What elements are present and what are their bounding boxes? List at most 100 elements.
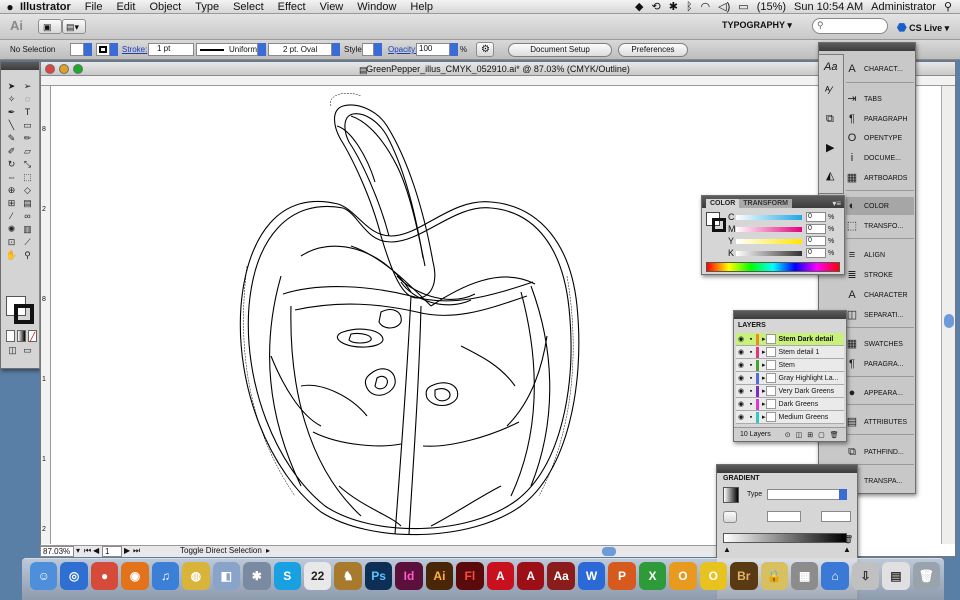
blob-brush-tool-icon[interactable]: ✐ [5, 145, 18, 157]
menu-type[interactable]: Type [195, 1, 219, 13]
opacity-dropdown[interactable] [450, 43, 458, 56]
width-tool-icon[interactable]: ⇔ [5, 171, 18, 183]
menu-view[interactable]: View [320, 1, 344, 13]
type-tool-icon[interactable]: T [21, 106, 34, 118]
graph-tool-icon[interactable]: ▥ [21, 223, 34, 235]
dock-app-itunes[interactable]: ♫ [151, 562, 180, 590]
dock-item-document-info[interactable]: i DOCUME... [846, 149, 914, 167]
opacity-field[interactable]: 100 [416, 43, 450, 56]
dock-app-skype[interactable]: S [273, 562, 301, 590]
dock-app-outlook[interactable]: O [669, 562, 697, 590]
user-name[interactable]: Administrator [871, 1, 936, 13]
lock-icon[interactable]: ▪ [746, 336, 756, 343]
dock-app-ical[interactable]: 22 [303, 562, 332, 590]
channel-value-c[interactable]: 0 [806, 212, 826, 222]
stroke-weight-field[interactable]: 1 pt [148, 43, 194, 56]
dock-item-appearance[interactable]: ● APPEARA... [846, 384, 914, 402]
eye-icon[interactable]: ◉ [736, 374, 746, 382]
dock-app-store[interactable]: ⌂ [821, 562, 849, 590]
sync-icon[interactable]: ✱ [669, 0, 678, 13]
eye-icon[interactable]: ◉ [736, 413, 746, 421]
color-spectrum-bar[interactable] [706, 262, 840, 272]
tools-panel-header[interactable] [1, 62, 39, 70]
preferences-button[interactable]: Preferences [618, 43, 688, 57]
tab-color[interactable]: COLOR [706, 199, 740, 208]
gradient-aspect-field[interactable] [821, 511, 851, 522]
lock-icon[interactable]: ▪ [746, 388, 756, 395]
time-machine-icon[interactable]: ⟲ [652, 0, 661, 13]
zoom-level-field[interactable]: 87.03% [40, 546, 74, 557]
close-window-button[interactable] [45, 64, 55, 74]
stroke-swatch[interactable] [96, 43, 110, 56]
workspace-switcher[interactable]: TYPOGRAPHY ▾ [722, 20, 792, 31]
channel-slider-k[interactable] [736, 250, 802, 256]
dock-app-firefox[interactable]: ◉ [121, 562, 149, 590]
stroke-color-dropdown[interactable] [110, 43, 118, 56]
first-artboard-icon[interactable]: ⏮ [84, 546, 91, 556]
next-artboard-icon[interactable]: ▶ [124, 546, 130, 555]
vertical-ruler[interactable]: 8 2 8 1 1 2 [41, 86, 51, 544]
eraser-tool-icon[interactable]: ▱ [21, 145, 34, 157]
channel-slider-y[interactable] [736, 238, 802, 244]
dock-app-finder[interactable]: ☺ [30, 562, 58, 590]
zoom-tool-icon[interactable]: ⚲ [21, 249, 34, 261]
dock-item-paragraph[interactable]: ¶ PARAGRAPH [846, 110, 914, 128]
reverse-gradient-button[interactable] [723, 511, 737, 523]
eyedropper-tool-icon[interactable]: ⁄ [5, 210, 18, 222]
dock-item-tabs[interactable]: ⇥ TABS [846, 90, 914, 108]
menu-help[interactable]: Help [410, 1, 433, 13]
dock-app-preview[interactable]: ◧ [212, 562, 241, 590]
dock-app-powerpoint[interactable]: P [608, 562, 636, 590]
new-sublayer-icon[interactable]: ⊞ [807, 431, 813, 439]
free-transform-tool-icon[interactable]: ⬚ [21, 171, 34, 183]
eye-icon[interactable]: ◉ [736, 348, 746, 356]
profile-dropdown[interactable] [258, 43, 266, 56]
document-setup-button[interactable]: Document Setup [508, 43, 612, 57]
locate-object-icon[interactable]: ⊙ [785, 431, 791, 439]
layer-row[interactable]: ◉ ▪ ▸ Dark Greens [736, 398, 844, 411]
dock-app-volleyball[interactable]: ◍ [182, 562, 210, 590]
channel-value-m[interactable]: 0 [806, 224, 826, 234]
menu-file[interactable]: File [85, 1, 103, 13]
dock-app-keychain[interactable]: 🔒 [760, 562, 788, 590]
scale-tool-icon[interactable]: ⤡ [21, 158, 34, 170]
dock-app-messenger[interactable]: O [699, 562, 728, 590]
panel-dock-header[interactable] [819, 43, 915, 51]
none-mode-button[interactable]: ╱ [28, 330, 37, 342]
stroke-label[interactable]: Stroke: [122, 45, 147, 54]
dock-app-safari[interactable]: ◎ [60, 562, 88, 590]
direct-selection-tool-icon[interactable]: ➢ [21, 80, 34, 92]
gradient-swatch[interactable] [723, 487, 739, 503]
dock-app-horse[interactable]: ♞ [334, 562, 362, 590]
slice-tool-icon[interactable]: ⟋ [21, 236, 34, 248]
line-tool-icon[interactable]: ╲ [5, 119, 18, 131]
lock-icon[interactable]: ▪ [746, 362, 756, 369]
battery-icon[interactable]: ▭ [738, 0, 748, 13]
dock-item-stroke[interactable]: ≣ STROKE [846, 266, 914, 284]
dock-app-dictionary[interactable]: Aa [547, 562, 575, 590]
eye-icon[interactable]: ◉ [736, 361, 746, 369]
dock-item-opentype[interactable]: O OPENTYPE [846, 129, 914, 147]
eye-icon[interactable]: ◉ [736, 335, 746, 343]
channel-slider-m[interactable] [736, 226, 802, 232]
dock-item-artboards[interactable]: ▦ ARTBOARDS [846, 169, 914, 187]
selection-tool-icon[interactable]: ➤ [5, 80, 18, 92]
layer-row[interactable]: ◉ ▪ ▸ Very Dark Greens [736, 385, 844, 398]
gradient-panel-title[interactable]: GRADIENT [723, 475, 760, 482]
opacity-label[interactable]: Opacity: [388, 45, 417, 54]
rectangle-tool-icon[interactable]: ▭ [21, 119, 34, 131]
delete-layer-icon[interactable]: 🗑 [830, 431, 839, 439]
rotate-tool-icon[interactable]: ↻ [5, 158, 18, 170]
trash-icon[interactable]: 🗑 [843, 535, 853, 544]
dock-item-character-2[interactable]: A CHARACTER [846, 286, 914, 304]
dock-app-excel[interactable]: X [638, 562, 667, 590]
bridge-button[interactable]: ▣ [38, 19, 62, 34]
hand-tool-icon[interactable]: ✋ [5, 249, 18, 261]
layer-row[interactable]: ◉ ▪ ▸ Medium Greens [736, 411, 844, 424]
dock-app-documents[interactable]: ▤ [882, 562, 910, 590]
dock-app-photos[interactable]: ✱ [243, 562, 271, 590]
color-mode-button[interactable] [6, 330, 15, 342]
cs-live-menu[interactable]: ⬣ CS Live ▾ [897, 21, 949, 34]
gradient-slider[interactable] [723, 533, 847, 543]
layer-row[interactable]: ◉ ▪ ▸ Stem detail 1 [736, 346, 844, 359]
